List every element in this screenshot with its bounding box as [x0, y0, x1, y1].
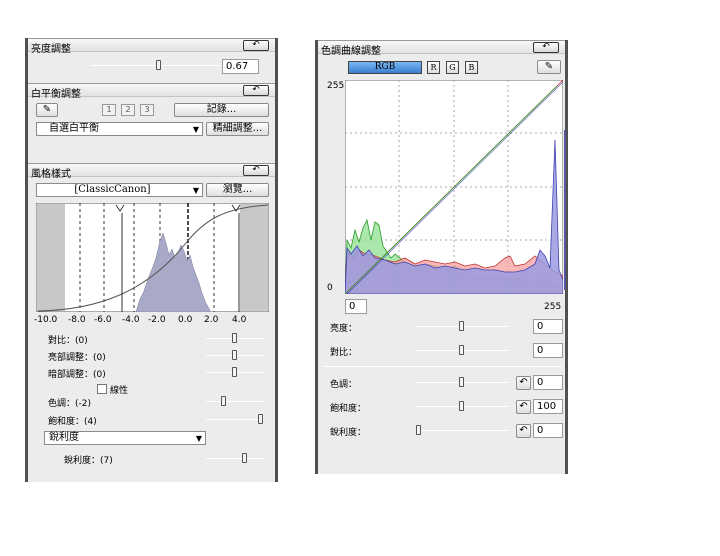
wb-slot-1[interactable]: 1 [102, 104, 116, 116]
picture-style-value: [ClassicCanon] [74, 184, 151, 195]
hue-field[interactable]: 0 [533, 375, 563, 390]
right-panel: 色調曲線調整 ↶ RGB R G B ✎ 255 0 0 255 亮度： 0 對… [315, 40, 568, 474]
tone-curve-section-header: 色調曲線調整 ↶ [318, 40, 565, 57]
sharpness-slider-thumb[interactable] [416, 425, 421, 435]
wb-record-button[interactable]: 記錄... [174, 103, 269, 117]
saturation-label: 飽和度： [330, 404, 367, 414]
b-channel-button[interactable]: B [465, 61, 478, 74]
brightness-section-header: 亮度調整 ↶ [28, 38, 275, 55]
picture-style-title: 風格樣式 [31, 169, 71, 180]
saturation-slider-track[interactable] [206, 419, 264, 420]
axis-tick: -6.0 [94, 315, 112, 325]
wb-fine-tune-button[interactable]: 精細調整... [206, 122, 269, 136]
contrast-field[interactable]: 0 [533, 343, 563, 358]
sharpness-label: 銳利度： [330, 428, 367, 438]
x-min-field[interactable]: 0 [345, 299, 367, 314]
hue-reset-icon[interactable]: ↶ [516, 376, 531, 390]
highlight-slider-thumb[interactable] [232, 350, 237, 360]
blue-edge-bar [564, 130, 566, 290]
y-min-label: 0 [327, 283, 333, 293]
axis-tick: -4.0 [122, 315, 140, 325]
chevron-down-icon: ▼ [192, 125, 199, 134]
saturation-label: 飽和度：(4) [48, 417, 97, 427]
axis-tick: 0.0 [178, 315, 193, 325]
eyedropper-icon[interactable]: ✎ [537, 60, 561, 74]
axis-tick: -2.0 [148, 315, 166, 325]
x-max-label: 255 [544, 302, 562, 312]
picture-style-section-header: 風格樣式 ↶ [28, 163, 275, 180]
contrast-slider-thumb[interactable] [232, 333, 237, 343]
shadow-label: 暗部調整：(0) [48, 370, 106, 380]
chevron-down-icon: ▼ [192, 186, 199, 195]
wb-preset-select[interactable]: 自選白平衡 ▼ [36, 122, 203, 136]
brightness-label: 亮度： [330, 324, 358, 334]
brightness-field[interactable]: 0 [533, 319, 563, 334]
r-channel-button[interactable]: R [427, 61, 440, 74]
sharpness-label: 銳利度：(7) [64, 456, 113, 466]
picture-style-histogram[interactable] [36, 203, 269, 312]
sharpness-mode-select[interactable]: 銳利度 ▼ [44, 431, 206, 445]
sharpness-reset-icon[interactable]: ↶ [516, 424, 531, 438]
highlight-label: 亮部調整：(0) [48, 353, 106, 363]
tone-curve-undo-icon[interactable]: ↶ [533, 42, 559, 53]
eyedropper-icon[interactable]: ✎ [36, 103, 58, 117]
picture-style-select[interactable]: [ClassicCanon] ▼ [36, 183, 203, 197]
tone-curve-graph[interactable] [345, 80, 563, 294]
brightness-value-field[interactable]: 0.67 [222, 59, 259, 74]
sharpness-slider-thumb[interactable] [242, 453, 247, 463]
sharpness-slider-track[interactable] [415, 430, 509, 431]
brightness-slider-track[interactable] [90, 65, 220, 66]
hue-slider-thumb[interactable] [459, 377, 464, 387]
contrast-label: 對比： [330, 348, 358, 358]
white-balance-section-header: 白平衡調整 ↶ [28, 83, 275, 100]
axis-tick: -8.0 [68, 315, 86, 325]
white-balance-title: 白平衡調整 [31, 89, 81, 100]
brightness-slider-thumb[interactable] [459, 321, 464, 331]
g-channel-button[interactable]: G [446, 61, 459, 74]
tone-slider-track[interactable] [206, 401, 264, 402]
sharpness-slider-track[interactable] [206, 458, 264, 459]
hue-label: 色調： [330, 380, 358, 390]
saturation-slider-thumb[interactable] [258, 414, 263, 424]
saturation-slider-thumb[interactable] [459, 401, 464, 411]
brightness-slider-thumb[interactable] [156, 60, 161, 70]
wb-slot-3[interactable]: 3 [140, 104, 154, 116]
picture-style-undo-icon[interactable]: ↶ [243, 165, 269, 176]
brightness-undo-icon[interactable]: ↶ [243, 40, 269, 51]
linear-checkbox[interactable] [97, 384, 107, 394]
section-divider [324, 366, 562, 367]
y-max-label: 255 [327, 81, 345, 91]
axis-tick: 4.0 [232, 315, 247, 325]
contrast-label: 對比：(0) [48, 336, 88, 346]
sharpness-field[interactable]: 0 [533, 423, 563, 438]
tone-curve-title: 色調曲線調整 [321, 46, 381, 57]
wb-slot-2[interactable]: 2 [121, 104, 135, 116]
tone-label: 色調：(-2) [48, 399, 91, 409]
tone-slider-thumb[interactable] [221, 396, 226, 406]
saturation-field[interactable]: 100 [533, 399, 563, 414]
brightness-title: 亮度調整 [31, 44, 71, 55]
shadow-slider-thumb[interactable] [232, 367, 237, 377]
white-balance-undo-icon[interactable]: ↶ [243, 85, 269, 96]
rgb-channel-button[interactable]: RGB [348, 61, 422, 74]
axis-tick: 2.0 [204, 315, 219, 325]
picture-style-browse-button[interactable]: 瀏覽... [206, 183, 269, 197]
chevron-down-icon: ▼ [195, 434, 202, 443]
left-panel: 亮度調整 ↶ 0.67 白平衡調整 ↶ ✎ 1 2 3 記錄... 自選白平衡 … [25, 38, 278, 482]
sharpness-mode-value: 銳利度 [49, 432, 79, 443]
linear-label: 線性 [110, 386, 129, 396]
contrast-slider-thumb[interactable] [459, 345, 464, 355]
wb-preset-value: 自選白平衡 [49, 123, 99, 134]
saturation-reset-icon[interactable]: ↶ [516, 400, 531, 414]
axis-tick: -10.0 [34, 315, 58, 325]
